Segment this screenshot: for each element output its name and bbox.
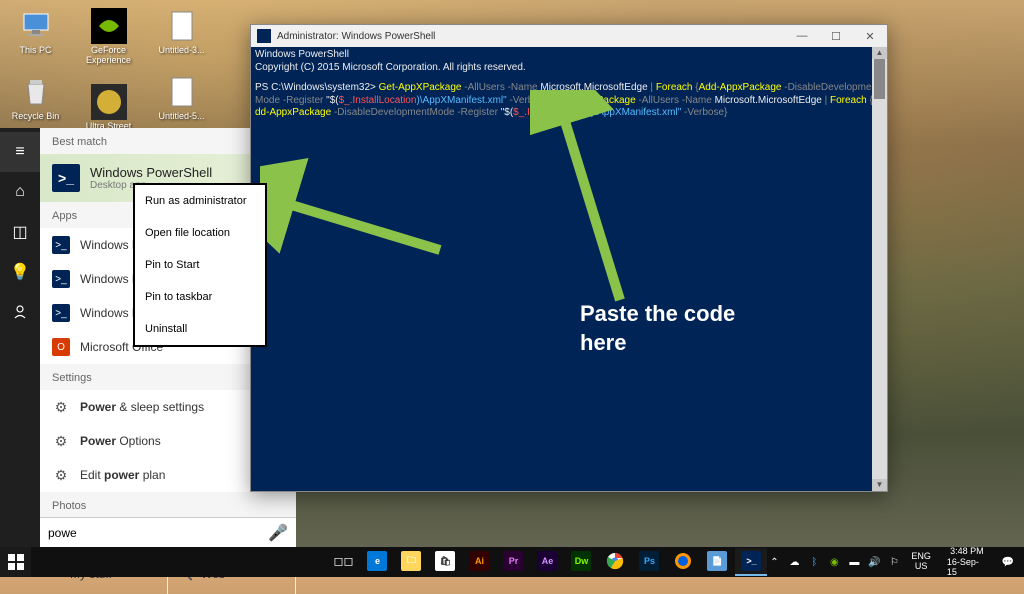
- powershell-window: Administrator: Windows PowerShell — ☐ ✕ …: [250, 24, 888, 492]
- titlebar[interactable]: Administrator: Windows PowerShell — ☐ ✕: [251, 25, 887, 47]
- tb-chrome[interactable]: [599, 548, 631, 576]
- tb-ps[interactable]: Ps: [633, 548, 665, 576]
- gear-icon: ⚙: [52, 466, 70, 484]
- file-icon: [164, 8, 200, 44]
- powershell-icon: >_: [52, 270, 70, 288]
- start-button[interactable]: [0, 547, 31, 577]
- section-photos: Photos: [40, 492, 296, 518]
- label: This PC: [19, 46, 51, 56]
- label: Edit power plan: [80, 468, 165, 482]
- taskbar-pinned: ◻◻ e 🗀 🛍 Ai Pr Ae Dw Ps 📄 >_: [327, 548, 767, 576]
- close-button[interactable]: ✕: [853, 25, 887, 47]
- desktop-icon-geforce[interactable]: GeForce Experience: [81, 8, 136, 66]
- mic-icon[interactable]: 🎤: [268, 523, 288, 543]
- cm-pin-to-taskbar[interactable]: Pin to taskbar: [135, 281, 265, 313]
- terminal-body[interactable]: Windows PowerShell Copyright (C) 2015 Mi…: [251, 47, 887, 491]
- tray-lang[interactable]: ENGUS: [907, 552, 935, 572]
- label: GeForce Experience: [81, 46, 136, 66]
- nvidia-icon: [91, 8, 127, 44]
- pc-icon: [18, 8, 54, 44]
- taskbar-clock[interactable]: 3:48 PM 16-Sep-15: [941, 546, 990, 578]
- label: Power & sleep settings: [80, 400, 204, 414]
- context-menu: Run as administrator Open file location …: [133, 183, 267, 347]
- ps-command-line: PS C:\Windows\system32> Get-AppXPackage …: [255, 82, 883, 120]
- powershell-icon: [257, 29, 271, 43]
- scroll-thumb[interactable]: [874, 59, 885, 99]
- search-box: 🎤: [40, 517, 296, 547]
- tray-onedrive-icon[interactable]: ☁: [787, 554, 801, 570]
- desktop-icon-file2[interactable]: Untitled-5...: [154, 74, 209, 122]
- tb-store[interactable]: 🛍: [429, 548, 461, 576]
- tb-task-view[interactable]: ◻◻: [327, 548, 359, 576]
- powershell-icon: >_: [52, 304, 70, 322]
- tray-network-icon[interactable]: ▬: [847, 554, 861, 570]
- hamburger-button[interactable]: ≡: [0, 132, 40, 172]
- search-input[interactable]: [48, 526, 268, 540]
- ps-header-1: Windows PowerShell: [255, 49, 883, 62]
- window-title: Administrator: Windows PowerShell: [277, 31, 435, 42]
- desktop-icon-file1[interactable]: Untitled-3...: [154, 8, 209, 56]
- powershell-icon: >_: [52, 236, 70, 254]
- maximize-button[interactable]: ☐: [819, 25, 853, 47]
- tb-firefox[interactable]: [667, 548, 699, 576]
- tb-ae[interactable]: Ae: [531, 548, 563, 576]
- label: Power Options: [80, 434, 161, 448]
- cm-pin-to-start[interactable]: Pin to Start: [135, 249, 265, 281]
- tray-nvidia-icon[interactable]: ◉: [827, 554, 841, 570]
- start-menu-rail: ≡ ⌂ ◫ 💡: [0, 128, 40, 547]
- tb-explorer[interactable]: 🗀: [395, 548, 427, 576]
- desktop-icon-this-pc[interactable]: This PC: [8, 8, 63, 56]
- gear-icon: ⚙: [52, 398, 70, 416]
- lightbulb-icon[interactable]: 💡: [0, 252, 40, 292]
- tb-dw[interactable]: Dw: [565, 548, 597, 576]
- tray-bluetooth-icon[interactable]: ᛒ: [807, 554, 821, 570]
- tb-pr[interactable]: Pr: [497, 548, 529, 576]
- tray-flag-icon[interactable]: ⚐: [887, 554, 901, 570]
- cm-run-as-admin[interactable]: Run as administrator: [135, 185, 265, 217]
- gear-icon: ⚙: [52, 432, 70, 450]
- file-icon: [164, 74, 200, 110]
- tb-edge[interactable]: e: [361, 548, 393, 576]
- home-icon[interactable]: ⌂: [0, 172, 40, 212]
- office-icon: O: [52, 338, 70, 356]
- tray-volume-icon[interactable]: 🔊: [867, 554, 881, 570]
- tb-ai[interactable]: Ai: [463, 548, 495, 576]
- desktop-icons-area: This PC Recycle Bin GeForce Experience U…: [8, 8, 209, 142]
- label: Recycle Bin: [12, 112, 60, 122]
- notifications-button[interactable]: 💬: [996, 548, 1020, 576]
- label: Untitled-3...: [158, 46, 204, 56]
- scrollbar[interactable]: ▲ ▼: [872, 47, 887, 491]
- desktop-icon-recycle-bin[interactable]: Recycle Bin: [8, 74, 63, 122]
- taskbar: ◻◻ e 🗀 🛍 Ai Pr Ae Dw Ps 📄 >_ ⌃ ☁ ᛒ ◉ ▬ 🔊…: [0, 547, 1024, 577]
- game-icon: [91, 84, 127, 120]
- tb-notes[interactable]: 📄: [701, 548, 733, 576]
- tb-powershell[interactable]: >_: [735, 548, 767, 576]
- scroll-up-icon[interactable]: ▲: [872, 47, 887, 59]
- minimize-button[interactable]: —: [785, 25, 819, 47]
- tray-chevron-up-icon[interactable]: ⌃: [767, 554, 781, 570]
- cm-uninstall[interactable]: Uninstall: [135, 313, 265, 345]
- powershell-icon: >_: [52, 164, 80, 192]
- cm-open-file-location[interactable]: Open file location: [135, 217, 265, 249]
- scroll-down-icon[interactable]: ▼: [872, 479, 887, 491]
- best-match-title: Windows PowerShell: [90, 165, 212, 180]
- cube-icon[interactable]: ◫: [0, 212, 40, 252]
- system-tray: ⌃ ☁ ᛒ ◉ ▬ 🔊 ⚐ ENGUS 3:48 PM 16-Sep-15 💬: [767, 546, 1024, 578]
- ps-header-2: Copyright (C) 2015 Microsoft Corporation…: [255, 62, 883, 75]
- label: Untitled-5...: [158, 112, 204, 122]
- recycle-bin-icon: [18, 74, 54, 110]
- feedback-icon[interactable]: [0, 292, 40, 332]
